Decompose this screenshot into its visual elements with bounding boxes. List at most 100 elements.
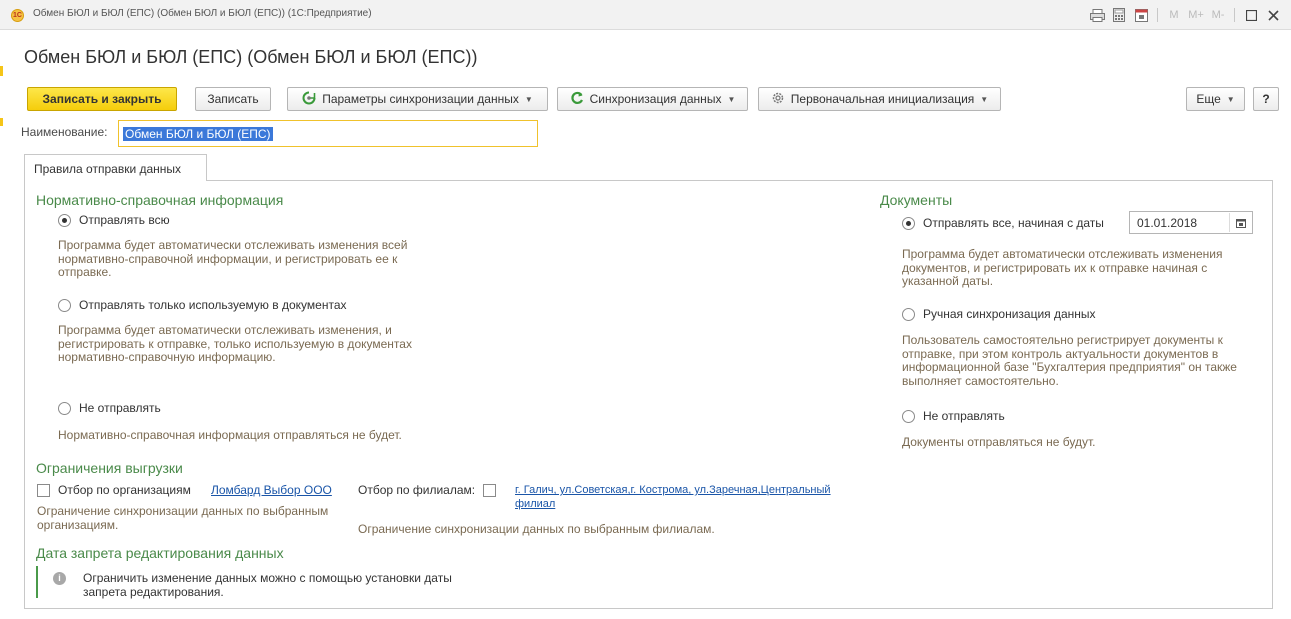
documents-option-label: Отправлять все, начиная с даты [923, 216, 1104, 230]
description-line: Программа будет автоматически отслеживат… [902, 247, 1223, 261]
edit-ban-section-header: Дата запрета редактирования данных [36, 545, 284, 561]
description-line: выполняет самостоятельно. [902, 373, 1059, 388]
restrictions-section-header: Ограничения выгрузки [36, 460, 183, 476]
radio-button[interactable] [902, 307, 915, 321]
radio-button-selected[interactable] [58, 213, 71, 227]
nsi-option-send-used[interactable]: Отправлять только используемую в докумен… [58, 298, 347, 312]
date-field[interactable]: 01.01.2018 [1129, 211, 1253, 234]
name-field[interactable]: Обмен БЮЛ и БЮЛ (ЕПС) [118, 120, 538, 147]
maximize-icon[interactable] [1241, 5, 1261, 25]
description-line: нормативно-справочной информации, и реги… [58, 251, 398, 266]
radio-button[interactable] [58, 298, 71, 312]
description-line: указанной даты. [902, 274, 994, 288]
save-and-close-button[interactable]: Записать и закрыть [27, 87, 177, 111]
tab-send-rules[interactable]: Правила отправки данных [24, 154, 207, 181]
save-and-close-label: Записать и закрыть [42, 92, 162, 106]
branch-link[interactable]: г. Галич, ул.Советская,г. Кострома, ул.З… [515, 483, 831, 511]
filter-by-branch-description: Ограничение синхронизации данных по выбр… [358, 522, 715, 536]
window-title: Обмен БЮЛ и БЮЛ (ЕПС) (Обмен БЮЛ и БЮЛ (… [33, 8, 372, 19]
date-field-value: 01.01.2018 [1137, 216, 1198, 230]
description-line: Пользователь самостоятельно регистрирует… [902, 333, 1223, 347]
filter-by-branch-checkbox[interactable] [483, 483, 497, 497]
sync-icon [570, 91, 584, 108]
documents-option-label: Ручная синхронизация данных [923, 307, 1096, 321]
filter-by-org-link-row: Ломбард Выбор ООО [211, 483, 332, 497]
nsi-option-description: Нормативно-справочная информация отправл… [58, 428, 402, 443]
memory-m-minus-button[interactable]: M- [1208, 9, 1228, 21]
description-line: отправке, при этом контроль актуальности… [902, 346, 1219, 361]
nsi-option-send-all[interactable]: Отправлять всю [58, 213, 170, 227]
name-label: Наименование: [21, 125, 108, 139]
documents-option-label: Не отправлять [923, 409, 1005, 423]
help-button[interactable]: ? [1253, 87, 1279, 111]
window-edge-accent [0, 66, 3, 76]
filter-by-org-label: Отбор по организациям [58, 483, 191, 497]
branch-link-line[interactable]: г. Галич, ул.Советская,г. Кострома, ул.З… [515, 483, 831, 497]
documents-option-dont-send[interactable]: Не отправлять [902, 409, 1005, 423]
description-line: организациям. [37, 517, 119, 532]
description-line: Программа будет автоматически отслеживат… [58, 238, 408, 252]
close-icon[interactable] [1263, 5, 1283, 25]
calendar-icon[interactable] [1229, 213, 1251, 232]
chevron-down-icon: ▼ [1226, 94, 1235, 104]
more-label: Еще [1196, 92, 1221, 106]
sync-settings-icon [302, 91, 316, 108]
nsi-option-label: Отправлять только используемую в докумен… [79, 298, 347, 312]
memory-m-plus-button[interactable]: M+ [1186, 9, 1206, 21]
documents-option-description: Документы отправляться не будут. [902, 435, 1096, 450]
filter-by-branch[interactable]: Отбор по филиалам: [358, 483, 497, 497]
chevron-down-icon: ▼ [524, 94, 533, 104]
info-bar [36, 566, 38, 598]
memory-m-button[interactable]: M [1164, 9, 1184, 21]
documents-section-header: Документы [880, 192, 953, 208]
nsi-option-label: Не отправлять [79, 401, 161, 415]
nsi-option-description: Программа будет автоматически отслеживат… [58, 238, 408, 280]
nsi-option-label: Отправлять всю [79, 213, 170, 227]
initial-init-button[interactable]: Первоначальная инициализация ▼ [758, 87, 1001, 111]
nsi-option-description: Программа будет автоматически отслеживат… [58, 323, 412, 365]
gear-icon [771, 91, 785, 108]
info-icon: i [53, 572, 66, 585]
documents-option-send-from-date[interactable]: Отправлять все, начиная с даты [902, 216, 1104, 230]
sync-params-button[interactable]: Параметры синхронизации данных ▼ [287, 87, 548, 111]
description-line: Ограничение синхронизации данных по выбр… [37, 504, 329, 518]
titlebar-separator [1234, 8, 1235, 22]
description-line: отправке. [58, 265, 112, 279]
documents-option-description: Пользователь самостоятельно регистрирует… [902, 333, 1237, 388]
name-field-value: Обмен БЮЛ и БЮЛ (ЕПС) [123, 127, 273, 141]
description-line: Нормативно-справочная информация отправл… [58, 428, 402, 442]
radio-button[interactable] [58, 401, 71, 415]
documents-option-manual-sync[interactable]: Ручная синхронизация данных [902, 307, 1096, 321]
sync-button[interactable]: Синхронизация данных ▼ [557, 87, 748, 111]
description-line: информационной базе "Бухгалтерия предпри… [902, 360, 1237, 374]
nsi-option-dont-send[interactable]: Не отправлять [58, 401, 161, 415]
calculator-icon[interactable] [1109, 5, 1129, 25]
edit-ban-info: Ограничить изменение данных можно с помо… [83, 571, 452, 599]
tab-send-rules-label: Правила отправки данных [34, 162, 182, 176]
page-title: Обмен БЮЛ и БЮЛ (ЕПС) (Обмен БЮЛ и БЮЛ (… [24, 47, 478, 67]
help-label: ? [1262, 92, 1270, 106]
print-icon[interactable] [1087, 5, 1107, 25]
sync-params-label: Параметры синхронизации данных [322, 92, 519, 106]
info-line: запрета редактирования. [83, 585, 224, 599]
description-line: Документы отправляться не будут. [902, 435, 1096, 449]
initial-init-label: Первоначальная инициализация [790, 92, 975, 106]
titlebar-tools: M M+ M- [1087, 5, 1283, 25]
filter-by-branch-label: Отбор по филиалам: [358, 483, 476, 497]
save-button[interactable]: Записать [195, 87, 271, 111]
description-line: нормативно-справочную информацию. [58, 350, 276, 364]
info-line: Ограничить изменение данных можно с помо… [83, 571, 452, 585]
radio-button[interactable] [902, 409, 915, 423]
window-edge-accent [0, 118, 3, 126]
nsi-section-header: Нормативно-справочная информация [36, 192, 284, 208]
filter-by-org-checkbox[interactable] [37, 483, 50, 497]
branch-link-line[interactable]: филиал [515, 497, 831, 511]
filter-by-org[interactable]: Отбор по организациям [37, 483, 191, 497]
more-button[interactable]: Еще ▼ [1186, 87, 1245, 111]
org-link[interactable]: Ломбард Выбор ООО [211, 483, 332, 497]
documents-option-description: Программа будет автоматически отслеживат… [902, 247, 1223, 289]
description-line: документов, и регистрировать их к отправ… [902, 260, 1208, 275]
calendar-icon[interactable] [1131, 5, 1151, 25]
radio-button-selected[interactable] [902, 216, 915, 230]
description-line: регистрировать к отправке, только исполь… [58, 336, 412, 351]
